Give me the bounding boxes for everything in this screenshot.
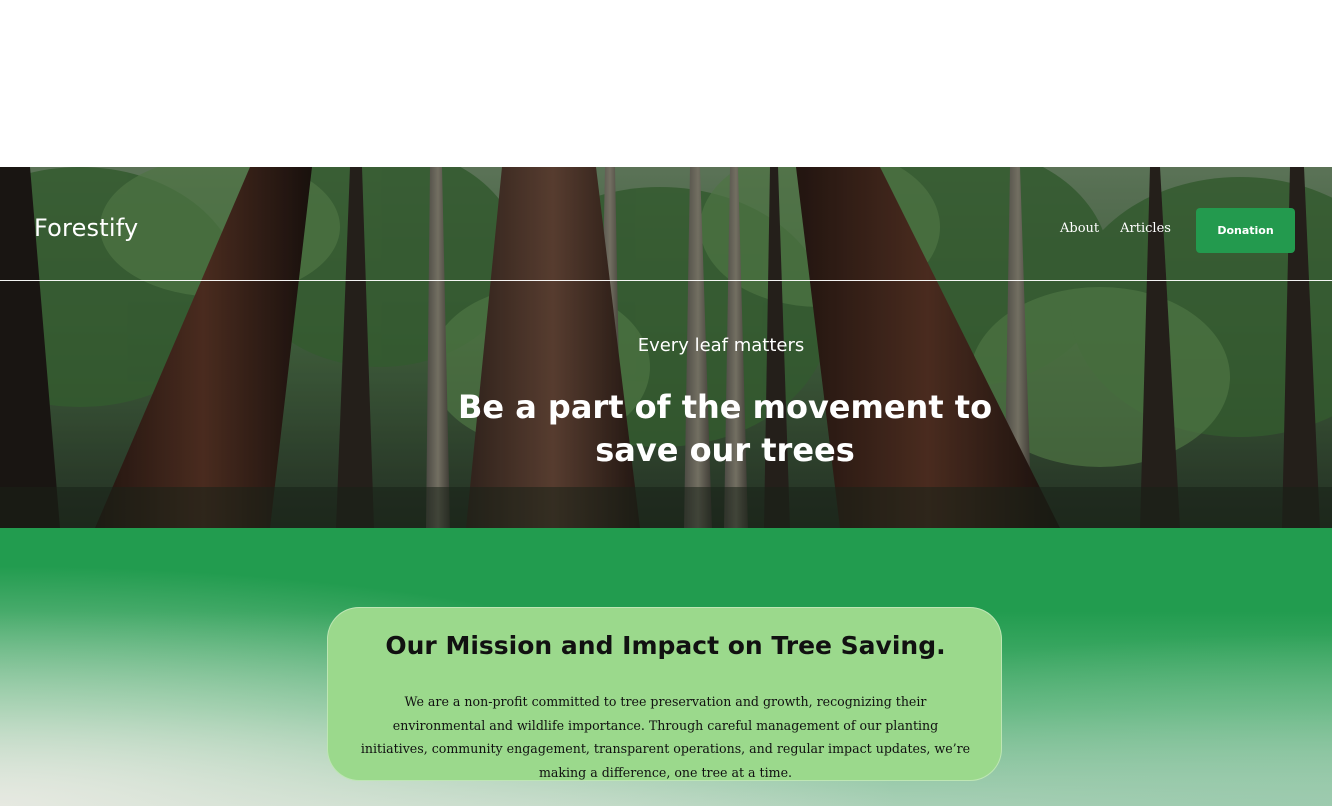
mission-section: Our Mission and Impact on Tree Saving. W…: [0, 528, 1332, 806]
hero-section: Forestify About Articles Donation Every …: [0, 167, 1332, 528]
nav-link-about[interactable]: About: [1060, 221, 1099, 236]
hero-title: Be a part of the movement to save our tr…: [457, 388, 993, 469]
nav-link-articles[interactable]: Articles: [1120, 221, 1171, 236]
donation-button[interactable]: Donation: [1196, 208, 1295, 253]
hero-tagline: Every leaf matters: [637, 335, 805, 356]
nav-links: About Articles: [1060, 221, 1171, 236]
top-blank-area: [0, 0, 1332, 167]
mission-title: Our Mission and Impact on Tree Saving.: [385, 631, 946, 660]
navbar: Forestify About Articles Donation: [0, 167, 1332, 281]
site-logo[interactable]: Forestify: [34, 214, 138, 242]
page: Forestify About Articles Donation Every …: [0, 0, 1332, 806]
mission-card: Our Mission and Impact on Tree Saving. W…: [327, 607, 1002, 781]
mission-description: We are a non-profit committed to tree pr…: [360, 694, 971, 780]
